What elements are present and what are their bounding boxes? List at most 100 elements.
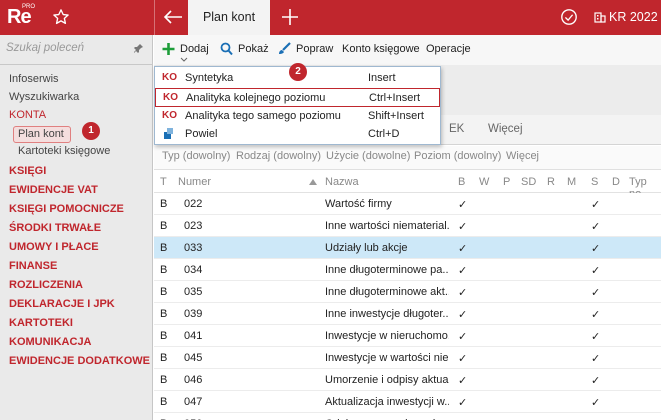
cell-b: ✓	[458, 397, 468, 409]
search-icon	[220, 42, 233, 56]
filter-usage[interactable]: Użycie (dowolne)	[326, 150, 410, 162]
sidebar-item-rozliczenia[interactable]: ROZLICZENIA	[9, 279, 83, 291]
table-row[interactable]: B 045 Inwestycje w wartości nie... ✓ ✓	[154, 347, 661, 369]
tab-partial-ek[interactable]: EK	[449, 123, 464, 135]
table-row[interactable]: B 039 Inne inwestycje długoter... ✓ ✓	[154, 303, 661, 325]
col-header-sd[interactable]: SD	[521, 176, 536, 188]
star-icon[interactable]	[52, 8, 70, 26]
ko-tag: KO	[162, 72, 177, 83]
sidebar-item-finanse[interactable]: FINANSE	[9, 260, 57, 272]
menu-item-label: Powiel	[185, 128, 218, 140]
sidebar-search-input[interactable]: Szukaj poleceń	[6, 42, 84, 54]
cell-numer: 035	[184, 286, 203, 298]
cell-t: B	[160, 242, 168, 254]
cell-b: ✓	[458, 309, 468, 321]
duplicate-icon	[164, 128, 173, 139]
menu-item-powiel[interactable]: Powiel Ctrl+D	[155, 125, 440, 144]
sidebar-item-umowy-i-place[interactable]: UMOWY I PŁACE	[9, 241, 99, 253]
tab-plan-kont[interactable]: Plan kont	[188, 0, 270, 35]
cell-t: B	[160, 220, 168, 232]
sidebar-item-komunikacja[interactable]: KOMUNIKACJA	[9, 336, 92, 348]
cell-numer: 022	[184, 198, 203, 210]
cell-t: B	[160, 396, 168, 408]
col-header-t[interactable]: T	[160, 176, 167, 188]
col-header-numer[interactable]: Numer	[178, 176, 211, 188]
cell-nazwa: Inne długoterminowe akt...	[325, 286, 449, 298]
sidebar-item-ksiegi[interactable]: KSIĘGI	[9, 165, 46, 177]
cell-s: ✓	[591, 375, 601, 387]
sort-asc-icon	[309, 179, 317, 185]
operations-button[interactable]: Operacje	[426, 43, 471, 55]
col-header-r[interactable]: R	[547, 176, 555, 188]
sidebar-item-kartoteki-ksiegowe[interactable]: Kartoteki księgowe	[18, 145, 110, 157]
sidebar-item-konta[interactable]: KONTA	[9, 109, 46, 121]
table-row[interactable]: B 022 Wartość firmy ✓ ✓	[154, 193, 661, 215]
show-button[interactable]: Pokaż	[238, 43, 269, 55]
sidebar-item-ewidencje-vat[interactable]: EWIDENCJE VAT	[9, 184, 98, 196]
sidebar-item-wyszukiwarka[interactable]: Wyszukiwarka	[9, 91, 79, 103]
back-arrow-icon[interactable]	[162, 7, 184, 27]
sidebar-item-kartoteki[interactable]: KARTOTEKI	[9, 317, 73, 329]
filter-more[interactable]: Więcej	[506, 150, 539, 162]
col-header-nazwa[interactable]: Nazwa	[325, 176, 359, 188]
menu-item-shortcut: Shift+Insert	[368, 110, 424, 122]
cell-s: ✓	[591, 243, 601, 255]
cell-nazwa: Inwestycje w nieruchomo...	[325, 330, 449, 342]
add-dropdown-menu: KO Syntetyka Insert KO Analityka kolejne…	[154, 63, 441, 145]
cell-b: ✓	[458, 353, 468, 365]
col-header-p[interactable]: P	[503, 176, 510, 188]
sidebar-item-ewidencje-dodatkowe[interactable]: EWIDENCJE DODATKOWE	[9, 355, 150, 367]
table-row[interactable]: B 023 Inne wartości niematerial... ✓ ✓	[154, 215, 661, 237]
table-row[interactable]: B 046 Umorzenie i odpisy aktua... ✓ ✓	[154, 369, 661, 391]
sidebar-item-infoserwis[interactable]: Infoserwis	[9, 73, 59, 85]
cell-numer: 033	[184, 242, 203, 254]
app-logo[interactable]: Re PRO	[7, 4, 35, 31]
cell-numer: 041	[184, 330, 203, 342]
ko-tag: KO	[162, 110, 177, 121]
add-plus-icon	[162, 43, 175, 55]
ledger-account-button[interactable]: Konto księgowe	[342, 43, 420, 55]
menu-item-analityka-tego-samego-poziomu[interactable]: KO Analityka tego samego poziomu Shift+I…	[155, 107, 440, 126]
pin-icon[interactable]	[134, 43, 144, 53]
cell-b: ✓	[458, 375, 468, 387]
cell-nazwa: Inwestycje w wartości nie...	[325, 352, 449, 364]
col-header-m[interactable]: M	[567, 176, 576, 188]
building-icon	[594, 12, 606, 23]
new-tab-plus-icon[interactable]	[280, 7, 300, 27]
col-header-s[interactable]: S	[591, 176, 598, 188]
col-header-w[interactable]: W	[479, 176, 489, 188]
filter-kind[interactable]: Rodzaj (dowolny)	[236, 150, 321, 162]
cell-nazwa: Udziały lub akcje	[325, 242, 408, 254]
table-row[interactable]: B050 vOdpisy umorzeniowe śro...✓✓	[154, 413, 661, 420]
cell-numer: 047	[184, 396, 203, 408]
edit-button[interactable]: Popraw	[296, 43, 333, 55]
cell-s: ✓	[591, 397, 601, 409]
table-row[interactable]: B 034 Inne długoterminowe pa... ✓ ✓	[154, 259, 661, 281]
add-button[interactable]: Dodaj	[180, 43, 209, 55]
cell-t: B	[160, 308, 168, 320]
menu-item-shortcut: Ctrl+D	[368, 128, 400, 140]
cell-t: B	[160, 264, 168, 276]
table-row[interactable]: B 033 Udziały lub akcje ✓ ✓	[154, 237, 661, 259]
menu-item-analityka-kolejnego-poziomu[interactable]: KO Analityka kolejnego poziomu Ctrl+Inse…	[155, 88, 440, 107]
sidebar: Szukaj poleceń Infoserwis Wyszukiwarka K…	[0, 35, 153, 420]
table-row[interactable]: B 047 Aktualizacja inwestycji w... ✓ ✓	[154, 391, 661, 413]
sidebar-item-ksiegi-pomocnicze[interactable]: KSIĘGI POMOCNICZE	[9, 203, 124, 215]
sidebar-item-plan-kont[interactable]: Plan kont	[13, 126, 71, 143]
cell-t: B	[160, 352, 168, 364]
cell-b: ✓	[458, 265, 468, 277]
col-header-d[interactable]: D	[612, 176, 620, 188]
cell-s: ✓	[591, 265, 601, 277]
col-header-b[interactable]: B	[458, 176, 465, 188]
cell-nazwa: Wartość firmy	[325, 198, 392, 210]
sidebar-item-srodki-trwale[interactable]: ŚRODKI TRWAŁE	[9, 222, 101, 234]
sidebar-item-deklaracje-i-jpk[interactable]: DEKLARACJE I JPK	[9, 298, 115, 310]
filter-level[interactable]: Poziom (dowolny)	[414, 150, 501, 162]
check-circle-icon[interactable]	[560, 8, 578, 26]
cell-t: B	[160, 374, 168, 386]
table-row[interactable]: B 035 Inne długoterminowe akt... ✓ ✓	[154, 281, 661, 303]
filter-type[interactable]: Typ (dowolny)	[162, 150, 230, 162]
cell-s: ✓	[591, 331, 601, 343]
table-row[interactable]: B 041 Inwestycje w nieruchomo... ✓ ✓	[154, 325, 661, 347]
tab-more[interactable]: Więcej	[488, 123, 523, 135]
